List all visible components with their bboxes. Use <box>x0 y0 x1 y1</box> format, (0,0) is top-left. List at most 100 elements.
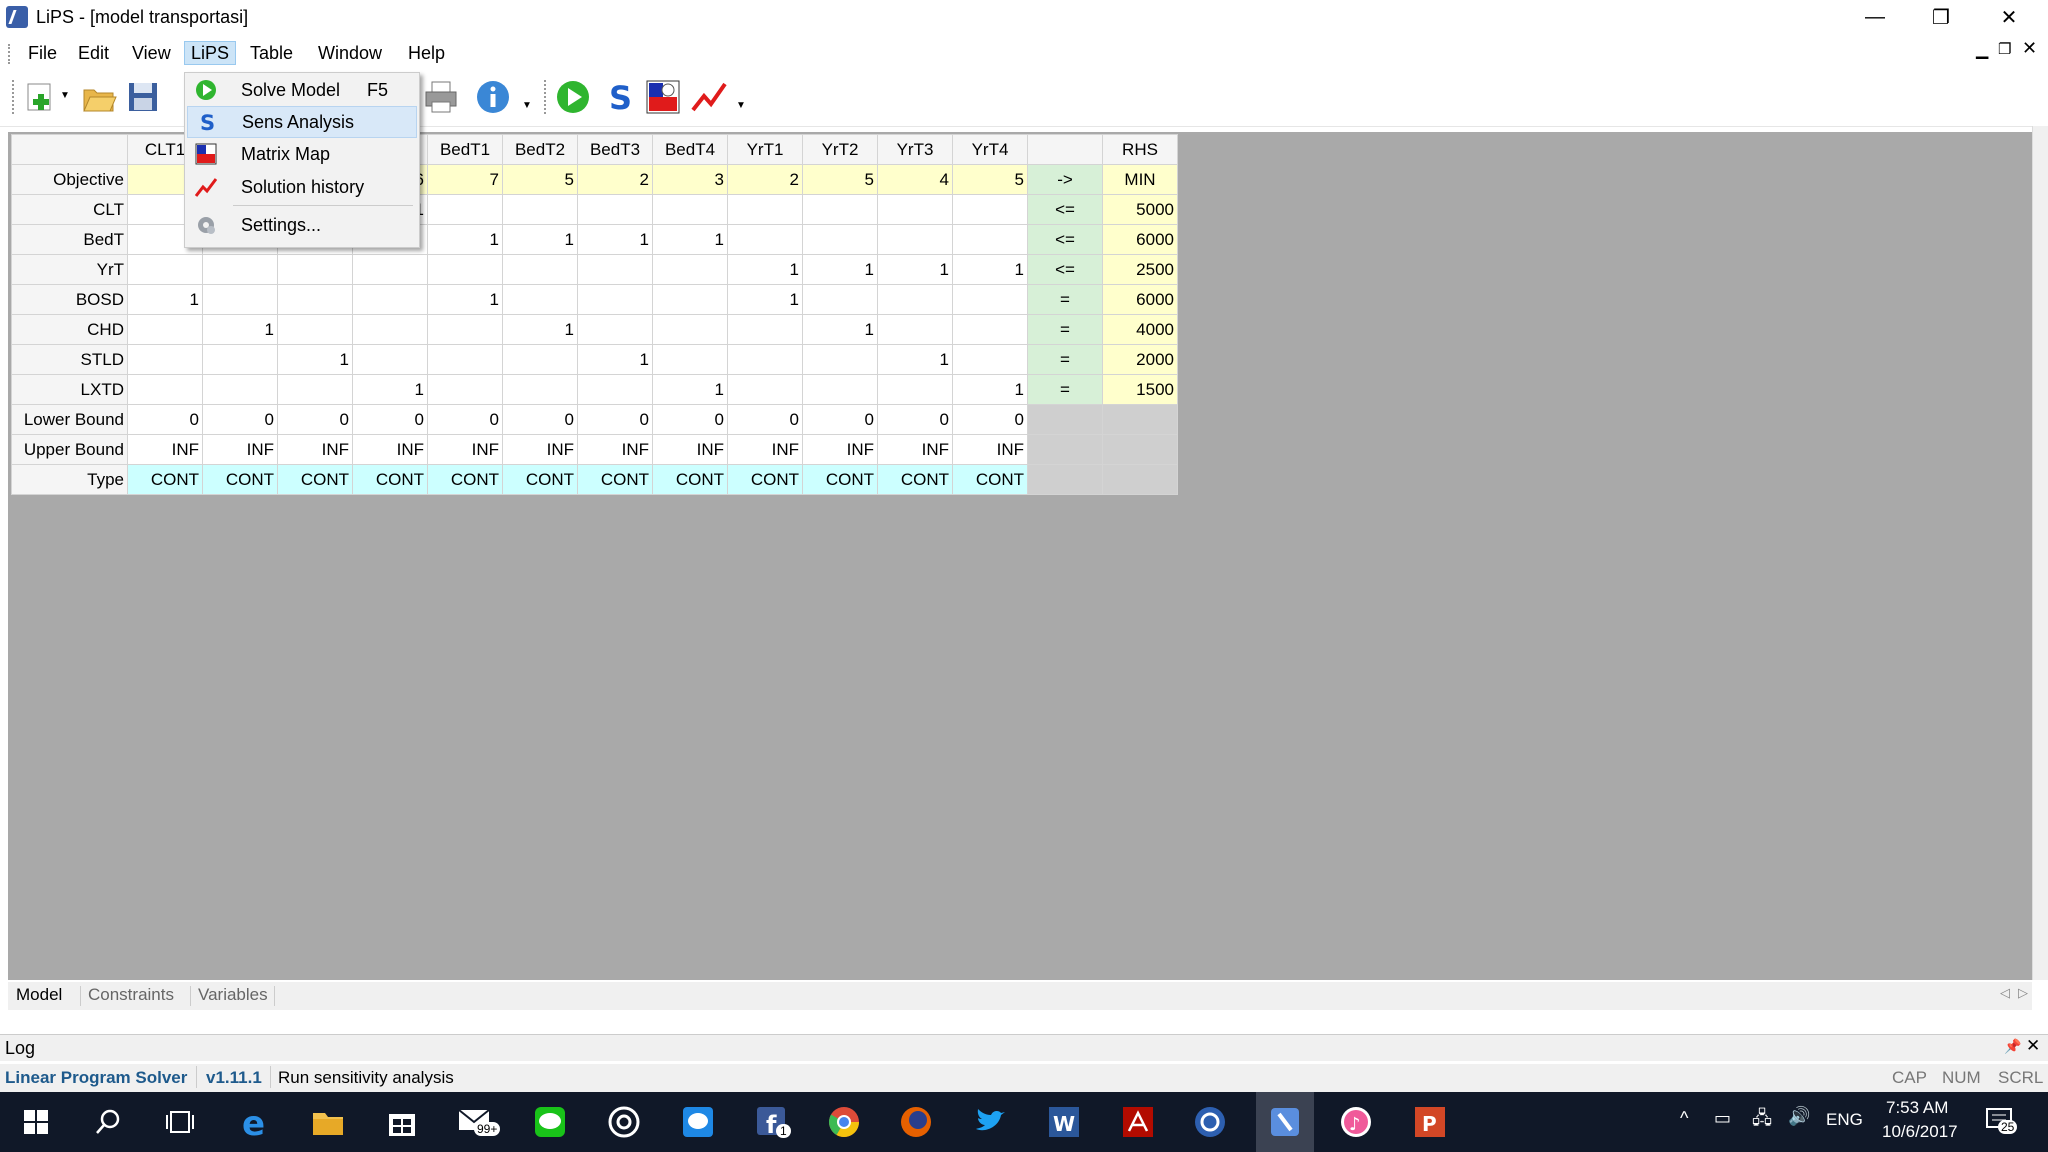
grid-cell[interactable]: 1 <box>202 314 278 345</box>
grid-cell[interactable] <box>202 344 278 375</box>
grid-cell[interactable]: 1 <box>802 314 878 345</box>
constraint-operator-cell[interactable]: <= <box>1027 254 1103 285</box>
rhs-cell[interactable]: 1500 <box>1102 374 1178 405</box>
grid-cell[interactable]: CONT <box>952 464 1028 495</box>
grid-cell[interactable]: 1 <box>727 254 803 285</box>
grid-cell[interactable]: 0 <box>277 404 353 435</box>
grid-cell[interactable]: CONT <box>727 464 803 495</box>
grid-cell[interactable]: CONT <box>502 464 578 495</box>
grid-cell[interactable]: INF <box>352 434 428 465</box>
grid-cell[interactable]: 1 <box>502 314 578 345</box>
grid-cell[interactable]: 1 <box>952 254 1028 285</box>
circular-app-icon[interactable] <box>1188 1100 1232 1144</box>
grid-cell[interactable]: CONT <box>427 464 503 495</box>
grid-cell[interactable] <box>577 254 653 285</box>
grid-cell[interactable]: 1 <box>802 254 878 285</box>
clock-time[interactable]: 7:53 AM <box>1886 1098 1948 1118</box>
grid-cell[interactable]: CONT <box>652 464 728 495</box>
grid-cell[interactable]: INF <box>877 434 953 465</box>
grid-cell[interactable] <box>427 314 503 345</box>
grid-cell[interactable]: CONT <box>127 464 203 495</box>
grid-cell[interactable]: CONT <box>277 464 353 495</box>
grid-cell[interactable]: INF <box>952 434 1028 465</box>
grid-cell[interactable]: INF <box>652 434 728 465</box>
grid-cell[interactable]: INF <box>202 434 278 465</box>
grid-cell[interactable]: 1 <box>652 374 728 405</box>
column-header[interactable]: YrT1 <box>727 134 803 165</box>
task-view-icon[interactable] <box>158 1100 202 1144</box>
menu-item-solve-model[interactable]: Solve Model F5 <box>187 75 415 105</box>
log-close-icon[interactable]: ✕ <box>2026 1036 2040 1056</box>
grid-cell[interactable] <box>202 254 278 285</box>
new-dropdown-arrow-icon[interactable]: ▼ <box>60 90 70 101</box>
solution-history-icon[interactable] <box>690 78 728 116</box>
grid-cell[interactable] <box>952 344 1028 375</box>
grid-cell[interactable]: 0 <box>352 404 428 435</box>
grid-cell[interactable] <box>727 224 803 255</box>
constraint-operator-cell[interactable] <box>1027 464 1103 495</box>
column-header[interactable]: BedT3 <box>577 134 653 165</box>
row-header[interactable]: YrT <box>11 254 128 285</box>
grid-cell[interactable] <box>802 284 878 315</box>
grid-cell[interactable] <box>277 374 353 405</box>
menu-item-solution-history[interactable]: Solution history <box>187 172 415 202</box>
grid-cell[interactable]: 1 <box>127 284 203 315</box>
notification-center-icon[interactable]: 25 <box>1984 1104 2018 1138</box>
target-app-icon[interactable] <box>602 1100 646 1144</box>
column-header[interactable] <box>1027 134 1103 165</box>
grid-cell[interactable] <box>352 314 428 345</box>
menu-help[interactable]: Help <box>402 42 451 64</box>
grid-cell[interactable]: INF <box>577 434 653 465</box>
grid-cell[interactable] <box>727 374 803 405</box>
column-header[interactable]: BedT1 <box>427 134 503 165</box>
constraint-operator-cell[interactable]: -> <box>1027 164 1103 195</box>
network-icon[interactable]: 🖧 <box>1752 1106 1772 1136</box>
grid-cell[interactable]: 3 <box>652 164 728 195</box>
grid-cell[interactable] <box>577 374 653 405</box>
grid-cell[interactable]: 0 <box>502 404 578 435</box>
column-header[interactable]: YrT2 <box>802 134 878 165</box>
grid-cell[interactable] <box>352 284 428 315</box>
grid-cell[interactable] <box>202 374 278 405</box>
vertical-scrollbar[interactable] <box>2032 126 2048 980</box>
minimize-button[interactable]: — <box>1844 0 1906 34</box>
rhs-cell[interactable] <box>1102 404 1178 435</box>
grid-cell[interactable] <box>727 314 803 345</box>
grid-cell[interactable] <box>877 194 953 225</box>
mdi-minimize-icon[interactable]: ▁ <box>1976 40 1988 60</box>
row-header[interactable]: CLT <box>11 194 128 225</box>
menu-view[interactable]: View <box>126 42 177 64</box>
grid-cell[interactable] <box>952 314 1028 345</box>
grid-cell[interactable] <box>652 344 728 375</box>
constraint-operator-cell[interactable]: <= <box>1027 224 1103 255</box>
grid-cell[interactable]: 1 <box>877 344 953 375</box>
rhs-cell[interactable]: 2500 <box>1102 254 1178 285</box>
sens-analysis-icon[interactable]: S <box>600 78 638 117</box>
grid-cell[interactable] <box>802 344 878 375</box>
menu-edit[interactable]: Edit <box>72 42 115 64</box>
file-explorer-icon[interactable] <box>306 1100 350 1144</box>
grid-cell[interactable] <box>427 344 503 375</box>
rhs-cell[interactable]: 5000 <box>1102 194 1178 225</box>
constraint-operator-cell[interactable] <box>1027 404 1103 435</box>
grid-cell[interactable]: 0 <box>877 404 953 435</box>
grid-cell[interactable]: CONT <box>577 464 653 495</box>
grid-cell[interactable]: 1 <box>427 284 503 315</box>
grid-cell[interactable]: INF <box>802 434 878 465</box>
mdi-restore-icon[interactable]: ❐ <box>1998 40 2011 58</box>
grid-cell[interactable]: 7 <box>427 164 503 195</box>
grid-cell[interactable] <box>802 194 878 225</box>
grid-cell[interactable] <box>652 254 728 285</box>
menu-lips[interactable]: LiPS <box>184 41 237 65</box>
chrome-icon[interactable] <box>822 1100 866 1144</box>
menu-item-matrix-map[interactable]: Matrix Map <box>187 139 415 169</box>
grid-cell[interactable] <box>427 254 503 285</box>
menu-item-settings[interactable]: Settings... <box>187 210 415 240</box>
mail-icon[interactable]: 99+ <box>454 1100 501 1144</box>
grid-cell[interactable]: 5 <box>802 164 878 195</box>
twitter-icon[interactable] <box>968 1100 1012 1144</box>
grid-cell[interactable]: 0 <box>802 404 878 435</box>
start-windows-icon[interactable] <box>14 1100 58 1144</box>
grid-cell[interactable]: INF <box>277 434 353 465</box>
grid-cell[interactable] <box>277 254 353 285</box>
